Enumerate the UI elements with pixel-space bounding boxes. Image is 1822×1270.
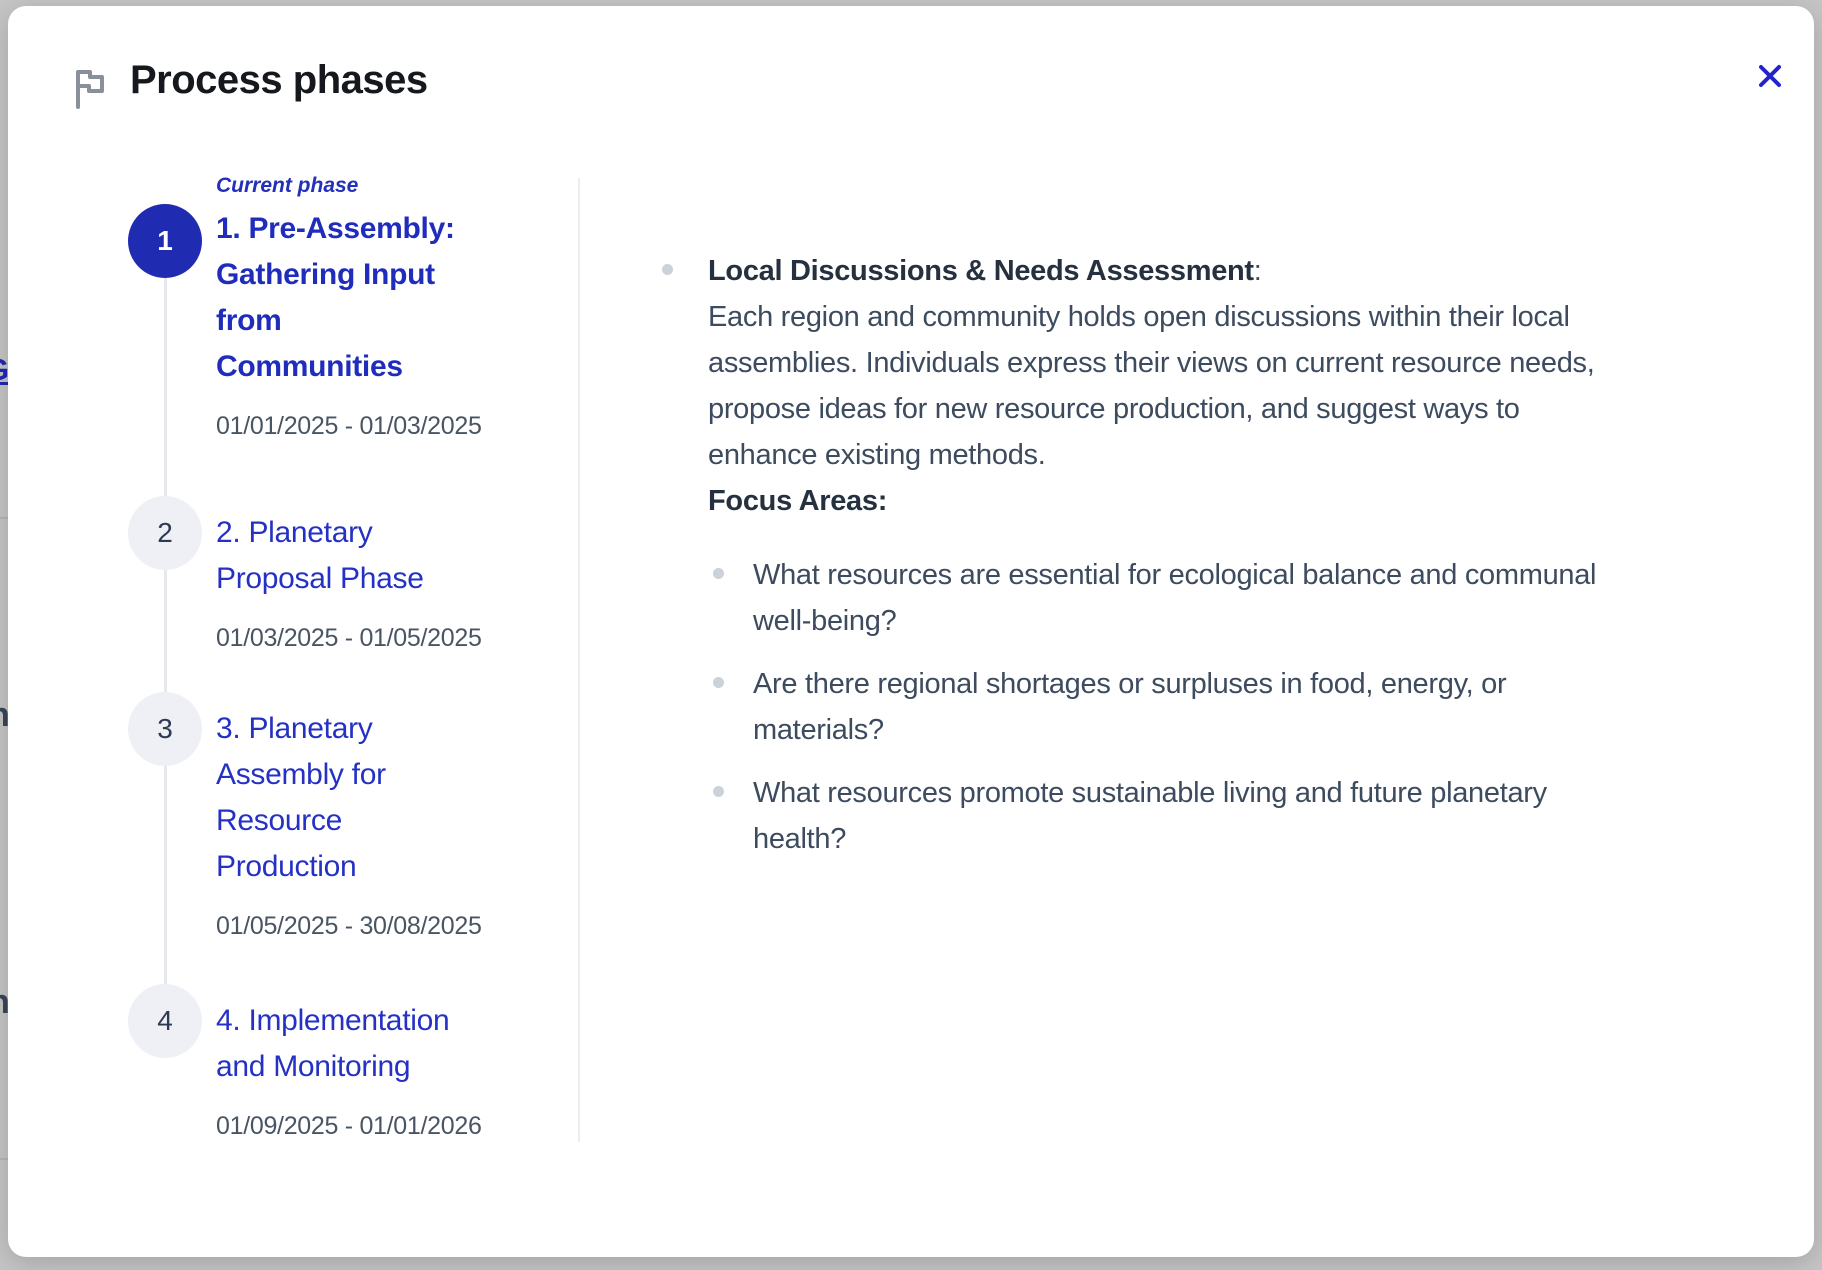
detail-heading: Local Discussions & Needs Assessment [708,255,1254,287]
phase-title-line: 2. Planetary [216,510,536,556]
phase-title-2: 2. Planetary Proposal Phase [216,510,536,602]
phase-title-line: 3. Planetary [216,706,536,752]
phase-title-line: Resource [216,798,536,844]
phase-step-indicator-1[interactable]: 1 [128,204,202,278]
process-phases-modal: Process phases 1 2 3 4 Current phase 1. … [8,6,1814,1257]
phase-item-1[interactable]: Current phase 1. Pre-Assembly: Gathering… [216,172,536,441]
flag-icon [70,66,112,110]
modal-title: Process phases [130,58,428,103]
phase-title-line: and Monitoring [216,1044,536,1090]
detail-heading-colon: : [1254,255,1262,287]
close-icon [1755,61,1785,91]
phase-title-line: 1. Pre-Assembly: [216,206,536,252]
detail-paragraph-line: enhance existing methods. [708,432,1768,478]
focus-area-item: What resources are essential for ecologi… [708,552,1768,644]
focus-item-line: health? [753,816,1768,862]
detail-heading-line: Local Discussions & Needs Assessment: [708,248,1768,294]
phase-item-4[interactable]: 4. Implementation and Monitoring 01/09/2… [216,998,536,1141]
phase-dates-4: 01/09/2025 - 01/01/2026 [216,1112,536,1141]
bullet-dot [713,568,724,579]
detail-paragraph-line: assemblies. Individuals express their vi… [708,340,1768,386]
stepper-content-divider [578,178,580,1142]
bullet-dot [713,786,724,797]
focus-item-line: What resources promote sustainable livin… [753,770,1768,816]
phase-dates-1: 01/01/2025 - 01/03/2025 [216,412,536,441]
phase-step-indicator-2[interactable]: 2 [128,496,202,570]
bullet-dot [662,264,673,275]
focus-item-line: Are there regional shortages or surpluse… [753,661,1768,707]
focus-area-item: Are there regional shortages or surpluse… [708,661,1768,753]
phase-title-1: 1. Pre-Assembly: Gathering Input from Co… [216,206,536,390]
phase-title-line: Communities [216,344,536,390]
phase-title-line: Proposal Phase [216,556,536,602]
phase-dates-3: 01/05/2025 - 30/08/2025 [216,912,536,941]
focus-areas-label: Focus Areas: [708,478,1768,524]
phase-title-4: 4. Implementation and Monitoring [216,998,536,1090]
detail-paragraph-line: propose ideas for new resource productio… [708,386,1768,432]
phase-detail-content: Local Discussions & Needs Assessment: Ea… [708,248,1768,879]
phase-item-2[interactable]: 2. Planetary Proposal Phase 01/03/2025 -… [216,510,536,653]
current-phase-label: Current phase [216,172,536,200]
phase-title-line: Gathering Input [216,252,536,298]
phase-dates-2: 01/03/2025 - 01/05/2025 [216,624,536,653]
bullet-dot [713,677,724,688]
stepper-connector-line [164,241,167,1021]
focus-item-line: materials? [753,707,1768,753]
phase-step-indicator-3[interactable]: 3 [128,692,202,766]
phase-title-line: Assembly for [216,752,536,798]
phase-title-line: 4. Implementation [216,998,536,1044]
phase-item-3[interactable]: 3. Planetary Assembly for Resource Produ… [216,706,536,941]
focus-areas-list: What resources are essential for ecologi… [708,552,1768,862]
phase-title-3: 3. Planetary Assembly for Resource Produ… [216,706,536,890]
focus-item-line: What resources are essential for ecologi… [753,552,1768,598]
phase-title-line: from [216,298,536,344]
focus-item-line: well-being? [753,598,1768,644]
phase-title-line: Production [216,844,536,890]
page: { "modal": { "title": "Process phases" }… [0,0,1822,1270]
close-button[interactable] [1748,54,1792,98]
phase-step-indicator-4[interactable]: 4 [128,984,202,1058]
focus-area-item: What resources promote sustainable livin… [708,770,1768,862]
detail-paragraph-line: Each region and community holds open dis… [708,294,1768,340]
